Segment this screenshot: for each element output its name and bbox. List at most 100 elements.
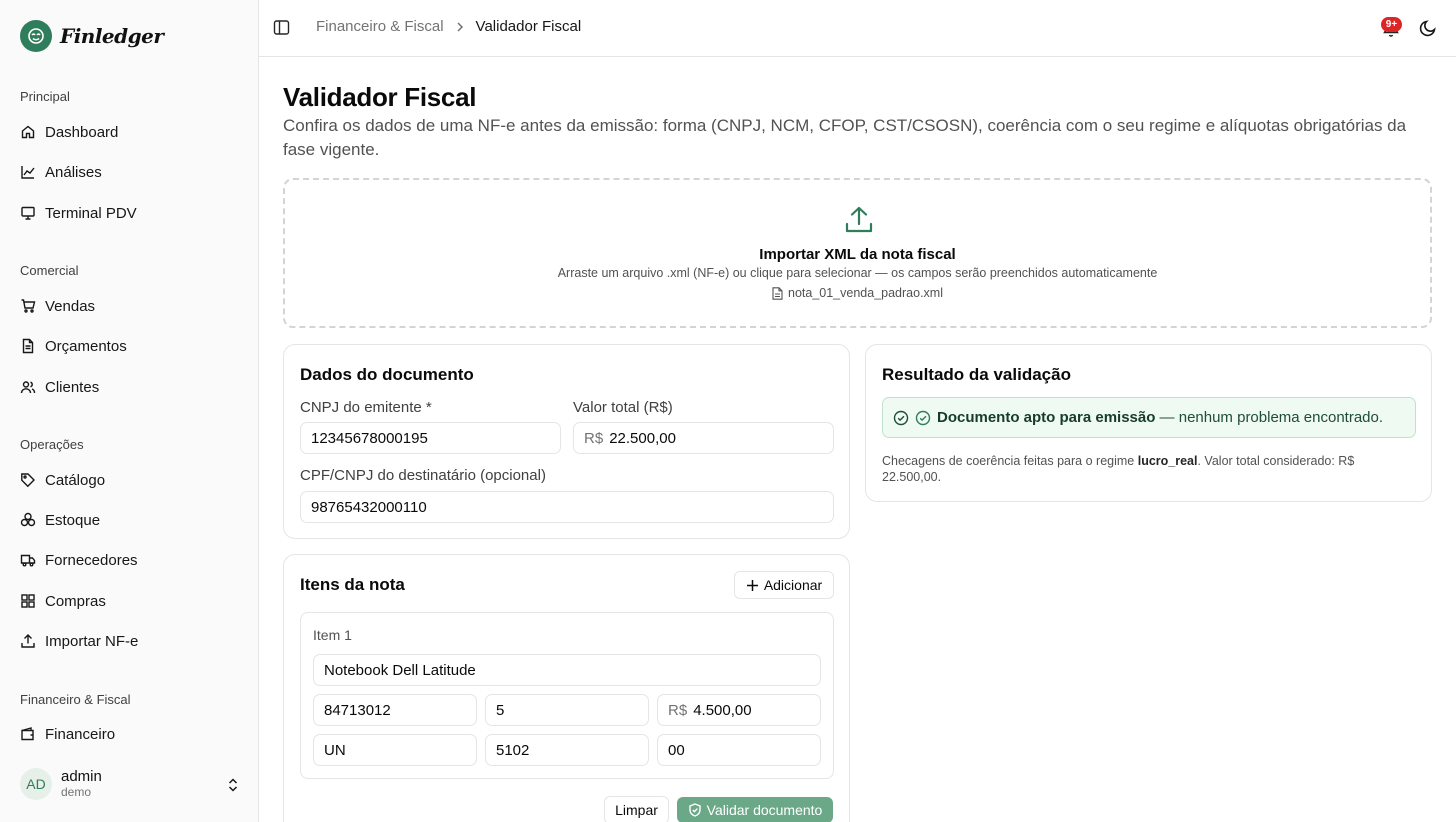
breadcrumb-current: Validador Fiscal: [475, 18, 582, 35]
sidebar-item-terminal-pdv[interactable]: Terminal PDV: [20, 202, 137, 224]
add-item-button[interactable]: Adicionar: [734, 571, 834, 599]
brand-logo-icon: [20, 20, 52, 52]
users-icon: [20, 381, 36, 394]
sidebar-item-estoque[interactable]: Estoque: [20, 509, 100, 531]
sidebar-item-importar-nfe[interactable]: Importar NF-e: [20, 630, 138, 652]
total-value: 22.500,00: [609, 429, 676, 447]
sidebar-item-clientes[interactable]: Clientes: [20, 376, 99, 398]
user-role: demo: [61, 784, 92, 799]
cnpj-label: CNPJ do emitente *: [300, 399, 432, 416]
notification-badge: 9+: [1381, 17, 1402, 32]
item-cst: 00: [668, 741, 685, 759]
sidebar-item-label: Importar NF-e: [45, 632, 139, 650]
dropzone-hint: Arraste um arquivo .xml (NF-e) ou clique…: [557, 266, 1158, 280]
sidebar-item-label: Financeiro: [45, 725, 116, 743]
sidebar-item-compras[interactable]: Compras: [20, 590, 106, 612]
check-circle-icon: [915, 410, 931, 425]
upload-icon: [845, 206, 873, 233]
item-cst-input[interactable]: 00: [657, 734, 821, 766]
validation-note: Checagens de coerência feitas para o reg…: [882, 453, 1402, 485]
item-quantity-input[interactable]: 5: [485, 694, 649, 726]
truck-icon: [20, 554, 36, 567]
top-bar: Financeiro & Fiscal Validador Fiscal 9+: [259, 0, 1456, 57]
items-card: Itens da nota Adicionar Item 1 Notebook …: [283, 554, 850, 822]
validate-label: Validar documento: [706, 802, 823, 818]
sidebar-item-label: Terminal PDV: [45, 204, 137, 222]
nav-group-operacoes: Operações: [20, 437, 84, 452]
dest-label: CPF/CNPJ do destinatário (opcional): [300, 467, 546, 484]
item-description-input[interactable]: Notebook Dell Latitude: [313, 654, 821, 686]
validation-status-rest: — nenhum problema encontrado.: [1155, 409, 1384, 426]
result-card: Resultado da validação Documento apto pa…: [865, 344, 1432, 502]
file-text-icon: [22, 338, 34, 354]
dropzone-file-name: nota_01_venda_padrao.xml: [788, 286, 943, 300]
document-card-title: Dados do documento: [300, 365, 474, 384]
sidebar-item-vendas[interactable]: Vendas: [20, 295, 95, 317]
chart-line-icon: [21, 166, 35, 179]
moon-icon[interactable]: [1418, 18, 1438, 38]
user-menu[interactable]: AD admin demo: [20, 768, 242, 800]
sidebar-item-orcamentos[interactable]: Orçamentos: [20, 335, 127, 357]
dest-value: 98765432000110: [311, 498, 427, 516]
validate-button[interactable]: Validar documento: [677, 797, 833, 822]
page-description: Confira os dados de uma NF-e antes da em…: [283, 116, 1407, 159]
sidebar-toggle-icon[interactable]: [273, 19, 290, 36]
sidebar-item-financeiro[interactable]: Financeiro: [20, 723, 115, 745]
sidebar-item-label: Análises: [45, 163, 102, 181]
add-item-label: Adicionar: [763, 577, 823, 593]
item-ncm-input[interactable]: 84713012: [313, 694, 477, 726]
currency-prefix: R$: [668, 701, 688, 719]
avatar: AD: [20, 768, 52, 800]
validation-status-strong: Documento apto para emissão: [937, 409, 1156, 426]
breadcrumb-parent-link[interactable]: Financeiro & Fiscal: [316, 18, 444, 35]
total-value-input[interactable]: R$ 22.500,00: [573, 422, 834, 454]
item-row: Item 1 Notebook Dell Latitude 84713012 5…: [300, 612, 834, 779]
item-unit: UN: [324, 741, 346, 759]
cnpj-input[interactable]: 12345678000195: [300, 422, 561, 454]
note-prefix: Checagens de coerência feitas para o reg…: [882, 454, 1138, 468]
currency-prefix: R$: [584, 429, 604, 447]
sidebar-item-label: Clientes: [45, 378, 100, 396]
home-icon: [21, 125, 35, 139]
xml-dropzone[interactable]: Importar XML da nota fiscal Arraste um a…: [283, 178, 1432, 328]
sidebar-item-catalogo[interactable]: Catálogo: [20, 469, 105, 491]
sidebar-item-dashboard[interactable]: Dashboard: [20, 121, 118, 143]
brand[interactable]: Finledger: [20, 20, 164, 52]
item-description: Notebook Dell Latitude: [324, 661, 476, 679]
item-label: Item 1: [313, 627, 352, 643]
tag-icon: [21, 473, 35, 488]
plus-icon: [746, 579, 758, 591]
validation-status-text: Documento apto para emissão — nenhum pro…: [937, 409, 1383, 426]
sidebar: Finledger Principal Dashboard Análises T…: [0, 0, 259, 822]
dest-input[interactable]: 98765432000110: [300, 491, 834, 523]
page-title: Validador Fiscal: [283, 82, 477, 112]
dropzone-file: nota_01_venda_padrao.xml: [285, 286, 1430, 300]
nav-group-financeiro-fiscal: Financeiro & Fiscal: [20, 692, 131, 707]
sidebar-item-label: Vendas: [45, 297, 96, 315]
sidebar-item-analises[interactable]: Análises: [20, 161, 102, 183]
item-unit-price-input[interactable]: R$ 4.500,00: [657, 694, 821, 726]
sidebar-item-label: Catálogo: [45, 471, 106, 489]
grid-icon: [21, 594, 35, 608]
document-card: Dados do documento CNPJ do emitente * 12…: [283, 344, 850, 539]
total-label: Valor total (R$): [573, 399, 673, 416]
file-icon: [772, 286, 783, 300]
dropzone-title: Importar XML da nota fiscal: [759, 246, 956, 263]
wallet-icon: [21, 727, 34, 741]
boxes-icon: [20, 512, 36, 527]
result-card-title: Resultado da validação: [882, 365, 1071, 384]
breadcrumb: Financeiro & Fiscal Validador Fiscal: [316, 18, 581, 35]
item-cfop-input[interactable]: 5102: [485, 734, 649, 766]
clear-button[interactable]: Limpar: [604, 796, 669, 822]
item-unit-price: 4.500,00: [693, 701, 752, 719]
cnpj-value: 12345678000195: [311, 429, 428, 447]
cart-icon: [21, 299, 36, 313]
sidebar-item-label: Orçamentos: [45, 337, 127, 355]
user-name: admin: [61, 768, 102, 786]
item-cfop: 5102: [496, 741, 530, 759]
sidebar-item-label: Compras: [45, 592, 106, 610]
item-unit-input[interactable]: UN: [313, 734, 477, 766]
items-card-title: Itens da nota: [300, 575, 405, 594]
upload-icon: [21, 634, 35, 648]
sidebar-item-fornecedores[interactable]: Fornecedores: [20, 549, 138, 571]
